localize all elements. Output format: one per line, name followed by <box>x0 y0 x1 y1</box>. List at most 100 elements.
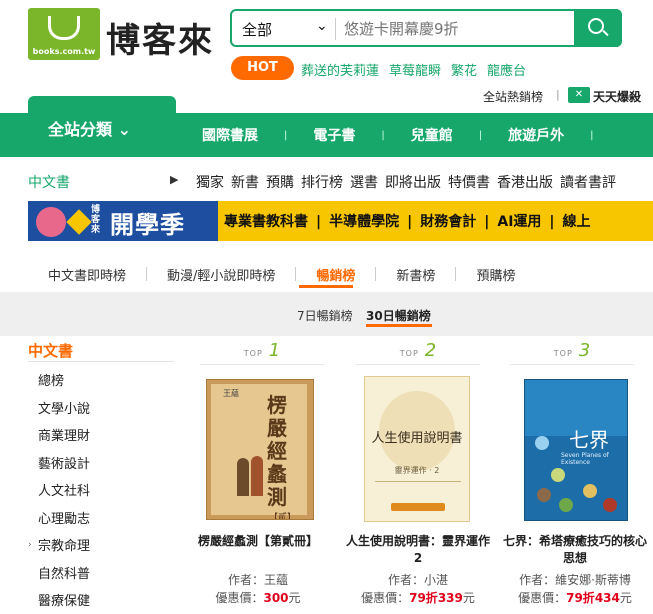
nav-item[interactable]: 旅遊戶外 <box>482 125 590 145</box>
cover-author: 王蘊 <box>223 389 239 398</box>
all-categories-label: 全站分類 <box>48 120 113 139</box>
rank-number: 3 <box>578 340 591 361</box>
daily-deal-icon: ✕ <box>568 87 590 103</box>
cover-volume: 【貳】 <box>269 513 297 520</box>
chevron-down-icon[interactable]: ⌄ <box>316 18 328 34</box>
sidebar-item[interactable]: 人文社科 <box>38 480 90 508</box>
subnav-item[interactable]: 香港出版 <box>497 175 553 191</box>
search-category-select[interactable]: 全部 <box>242 19 272 40</box>
logo[interactable]: books.com.tw <box>28 8 100 60</box>
author-link[interactable]: 王蘊 <box>264 573 288 587</box>
product-author: 作者：小湛 <box>387 573 449 587</box>
hot-link[interactable]: 草莓龍瞬 <box>389 64 441 79</box>
active-period-indicator <box>366 324 432 327</box>
hot-link[interactable]: 繁花 <box>451 64 477 79</box>
bestseller-link[interactable]: 全站熱銷榜 <box>483 88 543 105</box>
sidebar-title: 中文書 <box>28 342 74 360</box>
tab-realtime[interactable]: 中文書即時榜 <box>48 265 126 284</box>
caret-right-icon: ▶ <box>170 173 179 186</box>
active-tab-indicator <box>299 285 353 288</box>
nav-item[interactable]: 電子書 <box>287 125 381 145</box>
subnav-item[interactable]: 讀者書評 <box>560 175 616 191</box>
cover-title: 人生使用說明書 <box>371 431 463 446</box>
book-cover[interactable]: 七界 Seven Planes of Existence <box>524 379 628 521</box>
subnav-item[interactable]: 排行榜 <box>301 175 343 191</box>
subnav-item[interactable]: 選書 <box>350 175 378 191</box>
hot-link[interactable]: 葬送的芙莉蓮 <box>301 64 379 79</box>
top-label: TOP <box>553 349 573 358</box>
caret-right-icon: › <box>28 540 32 550</box>
nav-item[interactable]: 國際書展 <box>176 125 284 145</box>
banner-item[interactable]: 專業書教科書 <box>224 214 308 230</box>
product-rank-header: TOP 2 <box>356 340 480 365</box>
nav-item[interactable]: 兒童館 <box>385 125 479 145</box>
hot-badge: HOT <box>231 56 294 80</box>
product-author: 作者：維安娜·斯蒂博 <box>519 573 631 587</box>
sidebar-item[interactable]: 商業理財 <box>38 425 90 453</box>
product-title[interactable]: 楞嚴經蠡測【第貳冊】 <box>190 533 326 550</box>
sidebar-item[interactable]: 總榜 <box>38 370 90 398</box>
author-link[interactable]: 維安娜·斯蒂博 <box>555 573 631 587</box>
product-price: 優惠價：79折339元 <box>361 591 475 605</box>
search-button[interactable] <box>574 9 622 47</box>
search-input[interactable] <box>344 16 564 42</box>
subnav-item[interactable]: 即將出版 <box>385 175 441 191</box>
banner-brand: 博客來 <box>91 205 101 235</box>
product-price: 優惠價：79折434元 <box>518 591 632 605</box>
product-author: 作者：王蘊 <box>227 573 289 587</box>
daily-deal-link[interactable]: 天天爆殺 <box>593 88 641 105</box>
subnav-item[interactable]: 新書 <box>231 175 259 191</box>
hot-link[interactable]: 龍應台 <box>487 64 526 79</box>
banner-item[interactable]: AI運用 <box>497 214 541 230</box>
logo-text[interactable]: 博客來 <box>106 13 214 62</box>
subnav-item[interactable]: 預購 <box>266 175 294 191</box>
sidebar-item[interactable]: 心理勵志 <box>38 508 90 536</box>
sidebar-list: 總榜 文學小說 商業理財 藝術設計 人文社科 心理勵志 宗教命理 自然科普 醫療… <box>38 370 90 614</box>
search-bar: 全部 ⌄ <box>230 9 622 47</box>
product-title[interactable]: 人生使用說明書：靈界運作2 <box>345 533 491 567</box>
sidebar-item[interactable]: 宗教命理 <box>38 535 90 563</box>
subnav-item[interactable]: 獨家 <box>196 175 224 191</box>
product-rank-header: TOP 3 <box>510 340 634 365</box>
bag-icon <box>48 16 80 40</box>
period-30-day[interactable]: 30日暢銷榜 <box>366 307 431 324</box>
author-link[interactable]: 小湛 <box>424 573 448 587</box>
period-7-day[interactable]: 7日暢銷榜 <box>297 307 353 324</box>
cover-title: 七界 <box>569 428 609 452</box>
tab-anime-realtime[interactable]: 動漫/輕小說即時榜 <box>167 265 275 284</box>
cover-subtitle: 靈界運作 · 2 <box>394 466 440 475</box>
promo-banner[interactable]: 博客來 開學季 專業書教科書 | 半導體學院 | 財務會計 | AI運用 | 線上 <box>28 201 653 241</box>
book-cover[interactable]: 人生使用說明書 靈界運作 · 2 <box>364 376 470 522</box>
all-categories-button[interactable]: 全站分類 ⌄ <box>28 96 176 157</box>
book-cover[interactable]: 王蘊 楞嚴經蠡測 【貳】 <box>206 379 314 520</box>
top-label: TOP <box>243 349 263 358</box>
search-icon <box>588 18 604 34</box>
subnav-item[interactable]: 特價書 <box>448 175 490 191</box>
separator: | <box>556 88 560 101</box>
product-price: 優惠價：300元 <box>215 591 301 605</box>
banner-item[interactable]: 財務會計 <box>420 214 476 230</box>
chevron-down-icon: ⌄ <box>117 120 131 139</box>
tab-preorder[interactable]: 預購榜 <box>476 265 515 284</box>
top-label: TOP <box>399 349 419 358</box>
nav-items: 國際書展 | 電子書 | 兒童館 | 旅遊戶外 | <box>176 113 594 157</box>
rank-number: 1 <box>268 340 281 361</box>
product-rank-header: TOP 1 <box>200 340 324 365</box>
rank-number: 2 <box>424 340 437 361</box>
sidebar-item[interactable]: 醫療保健 <box>38 590 90 614</box>
cover-title: 楞嚴經蠡測 <box>267 393 287 509</box>
tab-new-books[interactable]: 新書榜 <box>396 265 435 284</box>
tab-bestseller[interactable]: 暢銷榜 <box>316 265 355 284</box>
hot-links: 葬送的芙莉蓮 草莓龍瞬 繁花 龍應台 <box>301 60 536 79</box>
banner-item[interactable]: 半導體學院 <box>329 214 399 230</box>
banner-item[interactable]: 線上 <box>563 214 591 230</box>
logo-url: books.com.tw <box>32 47 96 56</box>
monk-figure-illustration <box>237 458 249 496</box>
current-section-link[interactable]: 中文書 <box>28 172 70 192</box>
product-title[interactable]: 七界：希塔療癒技巧的核心思想 <box>502 533 648 567</box>
sub-nav: 獨家 新書 預購 排行榜 選書 即將出版 特價書 香港出版 讀者書評 <box>196 172 623 192</box>
sidebar-item[interactable]: 自然科普 <box>38 563 90 591</box>
sidebar-item[interactable]: 文學小說 <box>38 398 90 426</box>
ranking-tabs: 中文書即時榜 動漫/輕小說即時榜 暢銷榜 新書榜 預購榜 <box>48 265 515 284</box>
sidebar-item[interactable]: 藝術設計 <box>38 453 90 481</box>
